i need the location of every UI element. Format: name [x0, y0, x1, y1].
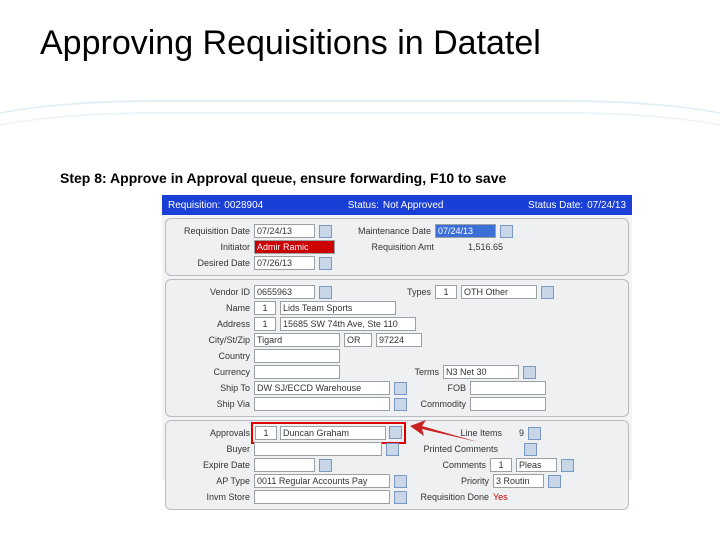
reqdone-value: Yes — [493, 492, 508, 502]
vendor-id-field[interactable]: 0655963 — [254, 285, 315, 299]
approvals-label: Approvals — [172, 428, 250, 438]
calendar-icon[interactable] — [319, 459, 332, 472]
dropdown-icon[interactable] — [541, 286, 554, 299]
form-header: Requisition: 0028904 Status: Not Approve… — [162, 195, 632, 215]
aptype-label: AP Type — [172, 476, 250, 486]
commodity-label: Commodity — [411, 399, 466, 409]
expire-date-label: Expire Date — [172, 460, 250, 470]
currency-field[interactable] — [254, 365, 340, 379]
expire-date-field[interactable] — [254, 458, 315, 472]
calendar-icon[interactable] — [500, 225, 513, 238]
name-index[interactable]: 1 — [254, 301, 276, 315]
zip-field[interactable]: 97224 — [376, 333, 422, 347]
section-requisition: Requisition Date 07/24/13 Maintenance Da… — [165, 218, 629, 276]
calendar-icon[interactable] — [319, 257, 332, 270]
status-label: Status: — [348, 200, 379, 211]
city-field[interactable]: Tigard — [254, 333, 340, 347]
lookup-icon[interactable] — [394, 491, 407, 504]
aptype-field[interactable]: 0011 Regular Accounts Pay — [254, 474, 390, 488]
country-label: Country — [172, 351, 250, 361]
req-amt-value: 1,516.65 — [438, 242, 503, 252]
buyer-field[interactable] — [254, 442, 382, 456]
maint-date-field[interactable]: 07/24/13 — [435, 224, 496, 238]
dropdown-icon[interactable] — [548, 475, 561, 488]
dropdown-icon[interactable] — [523, 366, 536, 379]
comments-index[interactable]: 1 — [490, 458, 512, 472]
shipto-field[interactable]: DW SJ/ECCD Warehouse — [254, 381, 390, 395]
step-text: Step 8: Approve in Approval queue, ensur… — [60, 170, 506, 186]
lookup-icon[interactable] — [389, 426, 402, 439]
page-title: Approving Requisitions in Datatel — [40, 24, 541, 63]
detail-icon[interactable] — [561, 459, 574, 472]
calendar-icon[interactable] — [319, 225, 332, 238]
priority-field[interactable]: 3 Routin — [493, 474, 544, 488]
comments-field[interactable]: Pleas — [516, 458, 557, 472]
shipvia-label: Ship Via — [172, 399, 250, 409]
status-date-label: Status Date: — [528, 200, 583, 211]
country-field[interactable] — [254, 349, 340, 363]
terms-field[interactable]: N3 Net 30 — [443, 365, 519, 379]
invm-store-field[interactable] — [254, 490, 390, 504]
address-field[interactable]: 15685 SW 74th Ave, Ste 110 — [280, 317, 416, 331]
invm-store-label: Invm Store — [172, 492, 250, 502]
desired-date-field[interactable]: 07/26/13 — [254, 256, 315, 270]
shipvia-field[interactable] — [254, 397, 390, 411]
section-vendor: Vendor ID 0655963 Types 1 OTH Other Name… — [165, 279, 629, 417]
maint-date-label: Maintenance Date — [336, 226, 431, 236]
section-approvals: Approvals 1 Duncan Graham Line Items 9 B… — [165, 420, 629, 510]
priority-label: Priority — [411, 476, 489, 486]
req-label: Requisition: — [168, 200, 220, 211]
initiator-field[interactable]: Admir Ramic — [254, 240, 335, 254]
lookup-icon[interactable] — [319, 286, 332, 299]
name-field[interactable]: Lids Team Sports — [280, 301, 396, 315]
datatel-form: Requisition: 0028904 Status: Not Approve… — [162, 195, 632, 480]
lineitems-value: 9 — [506, 428, 524, 438]
vendor-id-label: Vendor ID — [172, 287, 250, 297]
fob-label: FOB — [411, 383, 466, 393]
initiator-label: Initiator — [172, 242, 250, 252]
status-date-value: 07/24/13 — [587, 200, 626, 211]
commodity-field[interactable] — [470, 397, 546, 411]
detail-icon[interactable] — [528, 427, 541, 440]
req-date-field[interactable]: 07/24/13 — [254, 224, 315, 238]
detail-icon[interactable] — [524, 443, 537, 456]
types-index[interactable]: 1 — [435, 285, 457, 299]
city-label: City/St/Zip — [172, 335, 250, 345]
address-label: Address — [172, 319, 250, 329]
fob-field[interactable] — [470, 381, 546, 395]
lookup-icon[interactable] — [394, 382, 407, 395]
buyer-label: Buyer — [172, 444, 250, 454]
currency-label: Currency — [172, 367, 250, 377]
dropdown-icon[interactable] — [394, 398, 407, 411]
terms-label: Terms — [344, 367, 439, 377]
state-field[interactable]: OR — [344, 333, 372, 347]
approvals-index[interactable]: 1 — [255, 426, 277, 440]
annotation-arrow — [410, 420, 480, 446]
req-value: 0028904 — [224, 200, 263, 211]
shipto-label: Ship To — [172, 383, 250, 393]
lookup-icon[interactable] — [386, 443, 399, 456]
name-label: Name — [172, 303, 250, 313]
comments-label: Comments — [336, 460, 486, 470]
req-amt-label: Requisition Amt — [339, 242, 434, 252]
types-field[interactable]: OTH Other — [461, 285, 537, 299]
desired-date-label: Desired Date — [172, 258, 250, 268]
reqdone-label: Requisition Done — [411, 492, 489, 502]
address-index[interactable]: 1 — [254, 317, 276, 331]
approvals-field[interactable]: Duncan Graham — [280, 426, 386, 440]
req-date-label: Requisition Date — [172, 226, 250, 236]
types-label: Types — [336, 287, 431, 297]
status-value: Not Approved — [383, 200, 444, 211]
dropdown-icon[interactable] — [394, 475, 407, 488]
